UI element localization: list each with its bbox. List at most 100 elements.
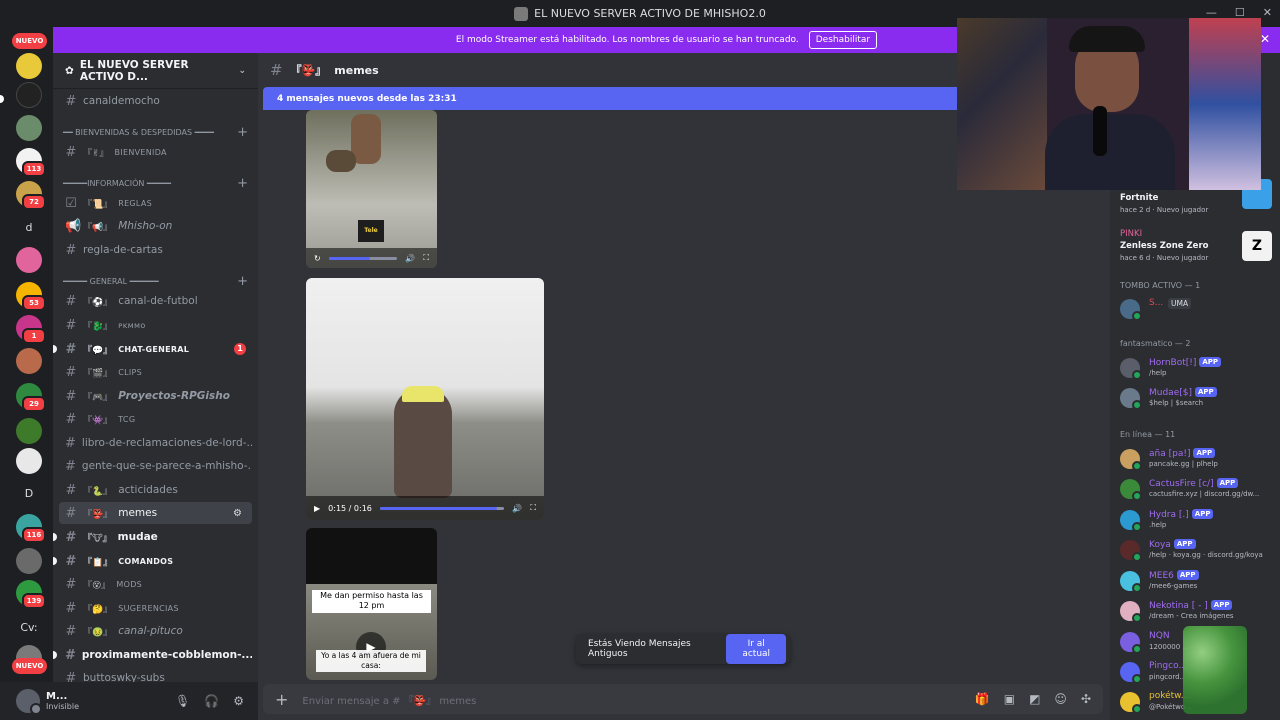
server-item[interactable]: 113 bbox=[16, 148, 46, 177]
server-item[interactable]: 53 bbox=[16, 282, 46, 311]
channel-proyectos[interactable]: # 『🎮』 Proyectos-RPGisho bbox=[59, 385, 252, 407]
server-item[interactable] bbox=[16, 418, 42, 444]
streamer-message: El modo Streamer está habilitado. Los no… bbox=[455, 35, 799, 45]
video-attachment[interactable]: Tele ↻ 🔊 ⛶ bbox=[306, 110, 437, 268]
close-icon[interactable]: ✕ bbox=[1263, 6, 1272, 19]
server-item[interactable] bbox=[16, 115, 42, 141]
member-tag: UMA bbox=[1168, 298, 1192, 309]
server-item[interactable] bbox=[16, 53, 42, 79]
member-item[interactable]: Hydra [.] APP .help bbox=[1120, 506, 1280, 534]
server-item[interactable]: Cv: bbox=[16, 614, 42, 640]
server-item[interactable]: 116 bbox=[16, 514, 46, 543]
channel-mudae[interactable]: # 『🐮』 mudae bbox=[59, 526, 252, 548]
add-channel-icon[interactable]: + bbox=[237, 176, 248, 191]
member-item[interactable]: S... UMA bbox=[1120, 295, 1280, 323]
member-item[interactable]: HornBot[!] APP /help bbox=[1120, 354, 1280, 382]
member-item[interactable]: MEE6 APP/mee6-games bbox=[1120, 567, 1280, 595]
channel-clips[interactable]: # 『🎬』 CLIPS bbox=[59, 361, 252, 383]
video-seekbar[interactable] bbox=[379, 506, 505, 510]
replay-icon[interactable]: ↻ bbox=[314, 254, 321, 263]
gift-icon[interactable]: 🎁 bbox=[975, 692, 990, 706]
old-messages-bar: Estás Viendo Mensajes Antiguos Ir al act… bbox=[576, 634, 790, 664]
guild-header[interactable]: ✿ EL NUEVO SERVER ACTIVO D... ⌄ bbox=[53, 53, 258, 89]
server-item[interactable] bbox=[16, 82, 42, 108]
activity-card[interactable]: Fortnite hace 2 d · Nuevo jugador bbox=[1120, 179, 1280, 229]
apps-icon[interactable]: ✣ bbox=[1081, 692, 1091, 706]
hash-icon: # bbox=[65, 670, 77, 683]
server-item[interactable]: d bbox=[16, 214, 42, 240]
category-informacion[interactable]: ━━━━━INFORMACIÓN ━━━━━ + bbox=[63, 175, 248, 191]
channel-actividades[interactable]: # 『🐍』 acticidades bbox=[59, 479, 252, 501]
close-icon[interactable]: ✕ bbox=[1260, 32, 1270, 46]
channel-proximamente[interactable]: # proximamente-cobblemon-... bbox=[59, 644, 252, 666]
channel-bienvenida[interactable]: # 『✌』 BIENVENIDA bbox=[59, 141, 252, 163]
add-attachment-icon[interactable]: + bbox=[275, 690, 288, 709]
fullscreen-icon[interactable]: ⛶ bbox=[423, 253, 429, 263]
member-item[interactable]: CactusFire [c/] APP cactusfire.xyz | disco… bbox=[1120, 475, 1280, 503]
volume-icon[interactable]: 🔊 bbox=[512, 504, 522, 513]
channel-sugerencias[interactable]: # 『🤔』 SUGERENCIAS bbox=[59, 597, 252, 619]
channel-pkmmo[interactable]: # 『🐉』 ᴘᴋᴍᴍᴏ bbox=[59, 314, 252, 336]
gif-icon[interactable]: ▣ bbox=[1004, 692, 1015, 706]
channel-buttoswky[interactable]: # buttoswky-subs bbox=[59, 667, 252, 683]
server-item[interactable]: D bbox=[16, 480, 42, 506]
message-input[interactable]: Enviar mensaje a # 『👺』 memes bbox=[302, 692, 476, 707]
server-item[interactable] bbox=[16, 247, 42, 273]
fullscreen-icon[interactable]: ⛶ bbox=[530, 503, 536, 513]
server-initial: d bbox=[25, 220, 33, 234]
server-item[interactable] bbox=[16, 548, 42, 574]
server-item[interactable] bbox=[16, 448, 42, 474]
video-attachment[interactable]: Me dan permiso hasta las 12 pm ▶ Yo a la… bbox=[306, 528, 437, 680]
channel-canaldemocho[interactable]: # canaldemocho bbox=[59, 90, 252, 112]
headphones-icon[interactable]: 🎧 bbox=[204, 694, 219, 708]
megaphone-icon: 📢 bbox=[65, 218, 82, 234]
member-item[interactable]: Nekotina [ - ] APP/dream - Crea imágenes bbox=[1120, 597, 1280, 625]
channel-memes[interactable]: # 『👺』 memes ⚙ bbox=[59, 502, 252, 524]
channel-libro[interactable]: # libro-de-reclamaciones-de-lord-... bbox=[59, 432, 252, 454]
avatar[interactable] bbox=[16, 689, 42, 715]
server-item[interactable]: 1 bbox=[16, 315, 46, 344]
video-seekbar[interactable] bbox=[328, 256, 398, 260]
category-general[interactable]: ━━━━━ GENERAL ━━━━━━ + bbox=[63, 273, 248, 289]
channel-chat-general[interactable]: # 『💬』 CHAT-GENERAL 1 bbox=[59, 338, 252, 360]
channel-tcg[interactable]: # 『👾』 TCG bbox=[59, 408, 252, 430]
server-item[interactable] bbox=[16, 348, 42, 374]
server-item[interactable]: 29 bbox=[16, 383, 46, 412]
server-item[interactable]: 72 bbox=[16, 181, 46, 210]
message-composer[interactable]: + Enviar mensaje a # 『👺』 memes 🎁 ▣ ◩ ☺ ✣ bbox=[263, 684, 1103, 714]
channel-canal-de-futbol[interactable]: # 『⚽』 canal-de-futbol bbox=[59, 290, 252, 312]
app-badge: APP bbox=[1191, 509, 1214, 519]
member-status: /help · koya.gg · discord.gg/koya bbox=[1149, 551, 1263, 559]
server-item[interactable]: 139 bbox=[16, 580, 46, 609]
new-messages-bar[interactable]: 4 mensajes nuevos desde las 23:31 bbox=[263, 87, 963, 110]
channel-comandos[interactable]: # 『📋』 COMANDOS bbox=[59, 550, 252, 572]
sticker-icon[interactable]: ◩ bbox=[1029, 692, 1040, 706]
microphone-icon[interactable]: 🎙 bbox=[175, 694, 190, 708]
channel-gente[interactable]: # gente-que-se-parece-a-mhisho-... bbox=[59, 455, 252, 477]
channel-mhisho-on[interactable]: 📢 『📢』 Mhisho-on bbox=[59, 215, 252, 237]
volume-icon[interactable]: 🔊 bbox=[405, 254, 415, 263]
category-bienvenidas[interactable]: ━━ BIENVENIDAS & DESPEDIDAS ━━━━ + bbox=[63, 124, 248, 140]
emoji-icon[interactable]: ☺ bbox=[1054, 692, 1067, 706]
hash-icon: # bbox=[65, 364, 77, 380]
channel-label: canal-pituco bbox=[118, 625, 183, 637]
video-attachment[interactable]: ▶ 0:15 / 0:16 🔊 ⛶ bbox=[306, 278, 544, 520]
gear-icon[interactable]: ⚙ bbox=[233, 694, 244, 708]
channel-reglas[interactable]: ☑ 『📜』 REGLAS bbox=[59, 192, 252, 214]
activity-card[interactable]: PINKI Zenless Zone Zero hace 6 d · Nuevo… bbox=[1120, 229, 1280, 265]
add-channel-icon[interactable]: + bbox=[237, 274, 248, 289]
add-channel-icon[interactable]: + bbox=[237, 125, 248, 140]
member-status: /dream - Crea imágenes bbox=[1149, 612, 1234, 620]
channel-canal-pituco[interactable]: # 『🤢』 canal-pituco bbox=[59, 620, 252, 642]
settings-icon[interactable]: ⚙ bbox=[233, 508, 246, 519]
jump-to-present-button[interactable]: Ir al actual bbox=[726, 634, 786, 664]
member-name: MEE6 APP bbox=[1149, 570, 1199, 581]
disable-streamer-button[interactable]: Deshabilitar bbox=[808, 31, 878, 49]
member-item[interactable]: Koya APP/help · koya.gg · discord.gg/koya bbox=[1120, 536, 1280, 564]
member-item[interactable]: Mudae[$] APP $help | $search bbox=[1120, 384, 1280, 412]
member-status: /help bbox=[1149, 369, 1167, 377]
play-icon[interactable]: ▶ bbox=[314, 504, 320, 513]
member-item[interactable]: aña [pa!] APP pancake.gg | plhelp bbox=[1120, 445, 1280, 473]
channel-regla-de-cartas[interactable]: # regla-de-cartas bbox=[59, 239, 252, 261]
channel-mods[interactable]: # 『😵』 MODS bbox=[59, 573, 252, 595]
